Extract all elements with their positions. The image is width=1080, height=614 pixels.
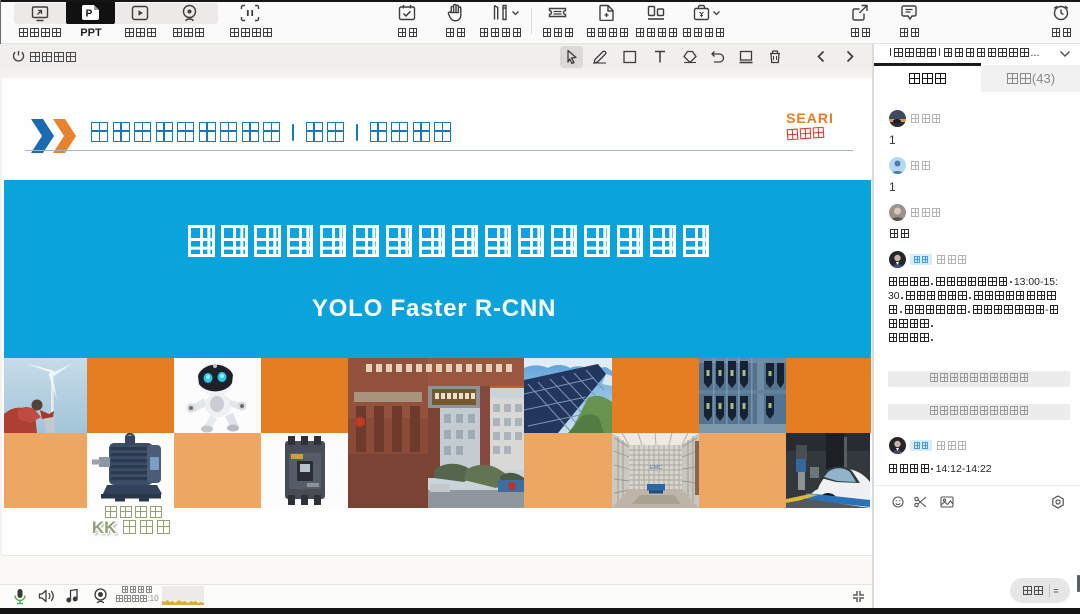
svg-text:P: P: [86, 9, 93, 20]
svg-text:EMC: EMC: [650, 465, 662, 471]
